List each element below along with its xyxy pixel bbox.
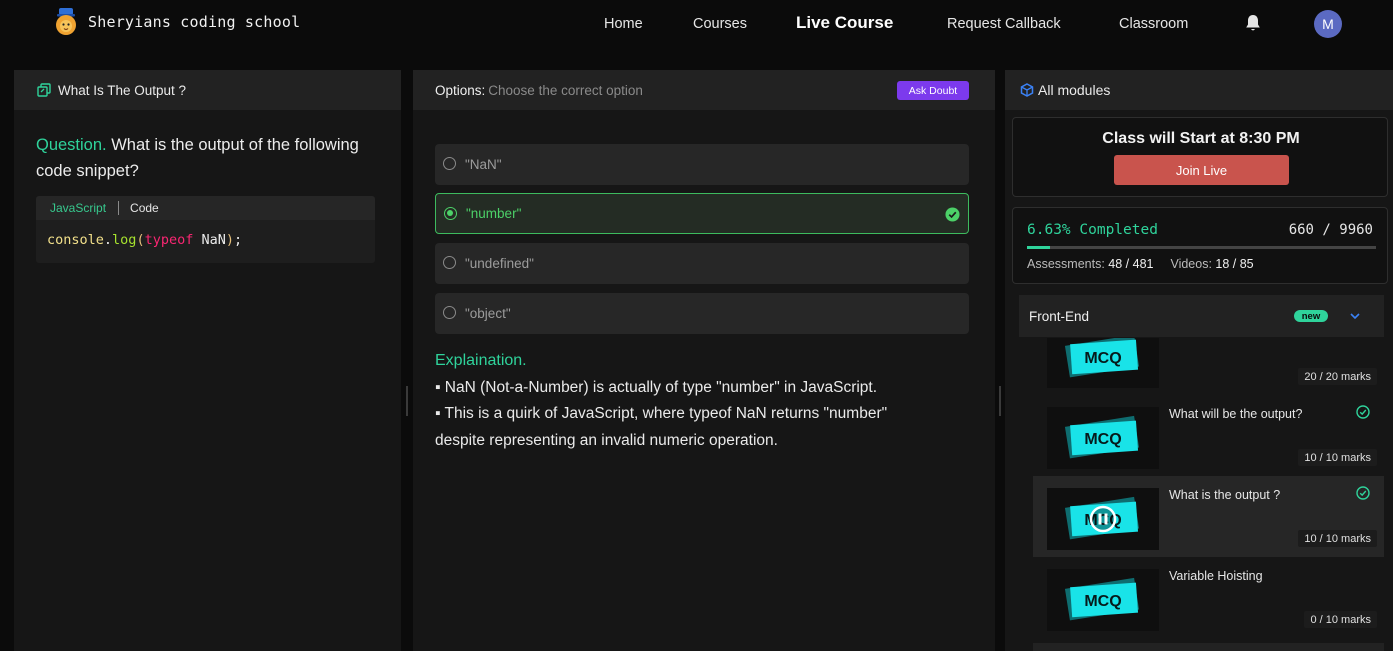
progress-stats: Assessments: 48 / 481 Videos: 18 / 85	[1027, 257, 1254, 271]
nav-live-course-link[interactable]: Live Course	[796, 13, 893, 33]
code-token-open-paren: (	[136, 232, 145, 248]
lesson-item-active[interactable]: MCQ What is the output ? 10 / 10 marks	[1033, 476, 1384, 557]
join-live-button[interactable]: Join Live	[1114, 155, 1289, 185]
options-panel: Options: Choose the correct option Ask D…	[413, 70, 995, 651]
option-item-correct[interactable]: "number"	[435, 193, 969, 234]
cube-icon	[1020, 83, 1034, 97]
option-text: "object"	[465, 306, 511, 321]
lesson-title: What is the output ?	[1169, 488, 1281, 502]
top-navbar: Sheryians coding school Home Courses Liv…	[0, 0, 1393, 50]
section-title: Front-End	[1029, 308, 1090, 324]
lesson-item[interactable]: MCQ Variable Hoisting 0 / 10 marks	[1033, 557, 1384, 638]
mcq-thumb-text: MCQ	[1084, 431, 1121, 448]
next-lesson-item-partial[interactable]	[1033, 643, 1384, 651]
explanation-title: Explaination.	[435, 352, 527, 369]
completion-percent: 6.63% Completed	[1027, 222, 1158, 238]
option-item[interactable]: "undefined"	[435, 243, 969, 284]
option-item[interactable]: "NaN"	[435, 144, 969, 185]
mcq-thumbnail: MCQ	[1047, 338, 1159, 388]
mcq-thumbnail: MCQ	[1047, 569, 1159, 631]
code-token-close-paren: )	[225, 232, 235, 248]
mcq-thumb-text: MCQ	[1084, 593, 1121, 610]
section-front-end[interactable]: Front-End new	[1019, 295, 1384, 337]
option-text: "NaN"	[465, 157, 502, 172]
radio-icon	[443, 157, 456, 170]
code-token-keyword: typeof	[144, 232, 194, 248]
copy-window-icon	[37, 83, 51, 97]
code-tab[interactable]: Code	[119, 201, 159, 215]
assessments-label: Assessments:	[1027, 257, 1105, 271]
resize-handle-right[interactable]	[999, 386, 1001, 416]
modules-panel: All modules Class will Start at 8:30 PM …	[1005, 70, 1393, 651]
code-token-dot: .	[103, 232, 113, 248]
code-token-argument: NaN	[193, 232, 226, 248]
class-start-text: Class will Start at 8:30 PM	[1102, 130, 1300, 147]
question-panel: What Is The Output ? Question. What is t…	[14, 70, 401, 651]
explanation-line: ▪ NaN (Not-a-Number) is actually of type…	[435, 378, 878, 396]
check-circle-icon	[945, 207, 960, 222]
progress-card: 6.63% Completed 660 / 9960 Assessments: …	[1012, 207, 1388, 284]
pause-icon[interactable]	[1089, 505, 1117, 533]
class-start-card: Class will Start at 8:30 PM Join Live	[1012, 117, 1388, 197]
check-circle-outline-icon	[1356, 486, 1370, 500]
videos-value: 18 / 85	[1215, 257, 1254, 271]
question-prefix: Question.	[36, 136, 107, 154]
option-text: "number"	[466, 206, 522, 221]
code-snippet: JavaScript Code console.log(typeof NaN);	[36, 196, 375, 263]
explanation-line: ▪ This is a quirk of JavaScript, where t…	[435, 405, 888, 449]
nav-request-callback-link[interactable]: Request Callback	[947, 16, 1061, 32]
new-badge: new	[1294, 310, 1328, 322]
mcq-thumbnail: MCQ	[1047, 407, 1159, 469]
ask-doubt-button[interactable]: Ask Doubt	[897, 81, 969, 100]
lesson-marks: 10 / 10 marks	[1298, 530, 1377, 547]
check-circle-outline-icon	[1356, 405, 1370, 419]
code-tabs: JavaScript Code	[36, 196, 375, 220]
modules-title: All modules	[1038, 82, 1111, 98]
radio-selected-icon	[444, 207, 457, 220]
progress-bar-fill	[1027, 246, 1051, 249]
resize-handle-left[interactable]	[406, 386, 408, 416]
mcq-thumbnail: MCQ	[1047, 488, 1159, 550]
assessments-value: 48 / 481	[1108, 257, 1154, 271]
options-label: Options:	[435, 82, 486, 98]
avatar[interactable]: M	[1314, 10, 1342, 38]
question-panel-title: What Is The Output ?	[58, 82, 187, 98]
code-line: console.log(typeof NaN);	[36, 220, 375, 248]
lesson-item[interactable]: MCQ What will be the output? 10 / 10 mar…	[1033, 395, 1384, 476]
code-token-object: console	[47, 232, 104, 248]
code-lang-tab[interactable]: JavaScript	[50, 201, 120, 215]
question-text-block: Question. What is the output of the foll…	[36, 132, 376, 184]
lesson-marks: 0 / 10 marks	[1304, 611, 1377, 628]
videos-label: Videos:	[1170, 257, 1212, 271]
question-panel-header: What Is The Output ?	[14, 70, 401, 110]
bell-icon[interactable]	[1243, 13, 1263, 33]
options-sublabel: Choose the correct option	[488, 82, 643, 98]
completion-ratio: 660 / 9960	[1288, 222, 1373, 238]
lesson-marks: 10 / 10 marks	[1298, 449, 1377, 466]
nav-home-link[interactable]: Home	[604, 16, 643, 32]
radio-icon	[443, 306, 456, 319]
explanation-block: Explaination. ▪ NaN (Not-a-Number) is ac…	[435, 348, 915, 454]
modules-panel-header: All modules	[1005, 70, 1393, 110]
nav-classroom-link[interactable]: Classroom	[1119, 16, 1188, 32]
progress-bar	[1027, 246, 1376, 249]
mcq-thumb-text: MCQ	[1084, 350, 1121, 367]
code-token-function: log	[112, 232, 137, 248]
lesson-item[interactable]: MCQ 20 / 20 marks	[1033, 338, 1384, 395]
chevron-down-icon[interactable]	[1348, 309, 1362, 323]
nav-courses-link[interactable]: Courses	[693, 16, 747, 32]
lesson-title: Variable Hoisting	[1169, 569, 1263, 583]
lesson-list: MCQ 20 / 20 marks MCQ What will be the o…	[1033, 338, 1384, 651]
lesson-title: What will be the output?	[1169, 407, 1303, 421]
radio-icon	[443, 256, 456, 269]
nav-links: Home Courses Live Course Request Callbac…	[0, 13, 1393, 37]
lesson-marks: 20 / 20 marks	[1298, 368, 1377, 385]
option-item[interactable]: "object"	[435, 293, 969, 334]
option-text: "undefined"	[465, 256, 534, 271]
code-token-semicolon: ;	[234, 232, 243, 248]
